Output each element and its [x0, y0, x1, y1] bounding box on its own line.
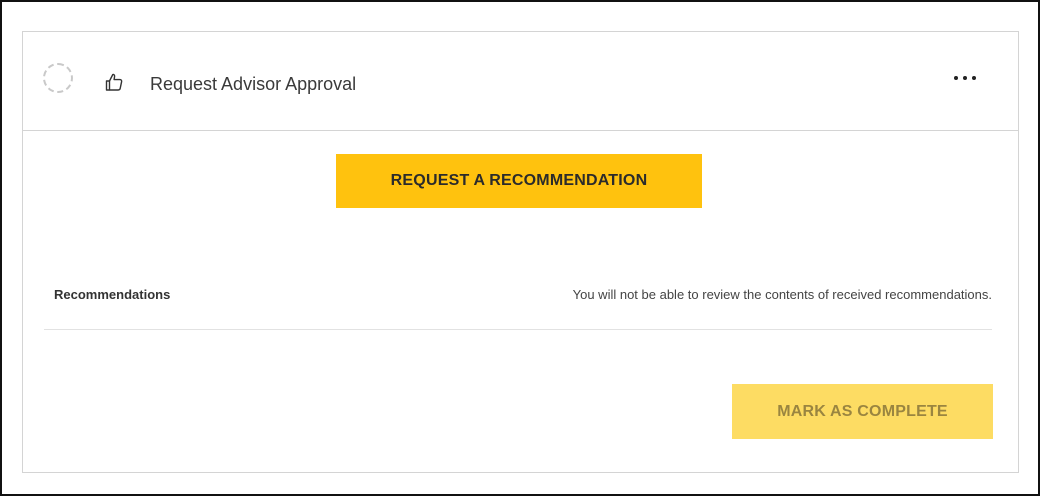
- request-recommendation-button[interactable]: REQUEST A RECOMMENDATION: [336, 154, 702, 208]
- task-card-header: Request Advisor Approval: [23, 32, 1018, 131]
- recommendations-row: Recommendations You will not be able to …: [44, 272, 992, 330]
- status-circle-icon: [43, 63, 73, 93]
- more-options-button[interactable]: [950, 68, 980, 88]
- thumbs-up-icon: [105, 73, 123, 91]
- recommendations-note: You will not be able to review the conte…: [572, 287, 992, 302]
- mark-as-complete-button[interactable]: MARK AS COMPLETE: [732, 384, 993, 439]
- task-title: Request Advisor Approval: [150, 74, 357, 94]
- recommendations-label: Recommendations: [54, 287, 171, 302]
- more-options-icon: [954, 76, 958, 80]
- task-card: Request Advisor Approval REQUEST A RECOM…: [22, 31, 1019, 473]
